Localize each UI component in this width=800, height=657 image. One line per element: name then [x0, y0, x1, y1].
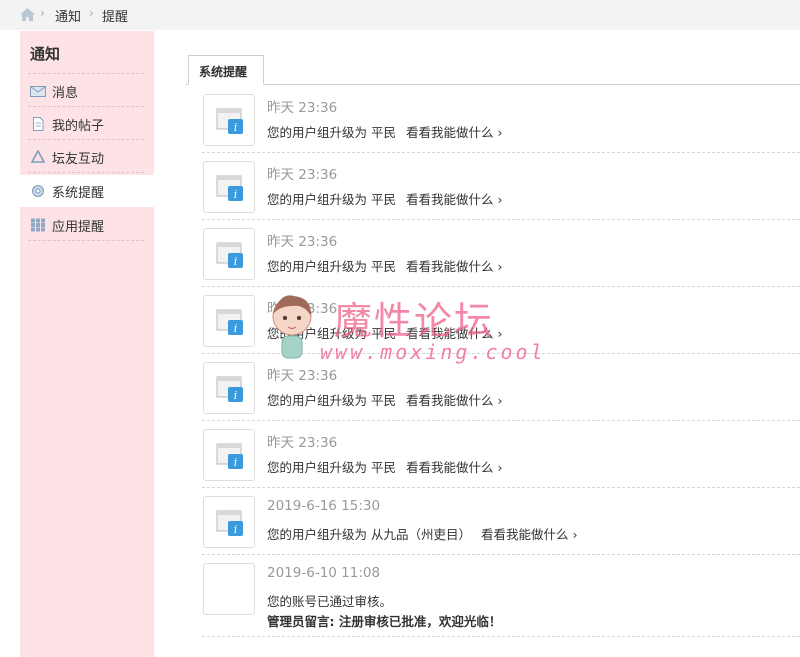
notice-item: 2019-6-10 11:08 您的账号已通过审核。 管理员留言: 注册审核已批… — [202, 555, 800, 637]
avatar — [203, 563, 255, 615]
notice-link[interactable]: 看看我能做什么 › — [406, 125, 502, 140]
notice-item: i 昨天 23:36 您的用户组升级为 平民看看我能做什么 › — [202, 153, 800, 220]
sidebar-item-system-reminder[interactable]: 系统提醒 — [20, 175, 154, 207]
system-notice-icon: i — [203, 362, 255, 414]
notice-time: 昨天 23:36 — [267, 167, 338, 183]
system-notice-icon: i — [203, 429, 255, 481]
notice-item: i 昨天 23:36 您的用户组升级为 平民看看我能做什么 › — [202, 421, 800, 488]
notice-time: 昨天 23:36 — [267, 234, 338, 250]
system-notice-icon: i — [203, 295, 255, 347]
notice-time: 2019-6-10 11:08 — [267, 565, 381, 581]
sidebar-item-label: 应用提醒 — [52, 220, 105, 235]
system-notice-icon: i — [203, 228, 255, 280]
svg-text:i: i — [234, 456, 238, 469]
document-icon — [33, 117, 44, 131]
sidebar-item-my-posts[interactable]: 我的帖子 — [20, 108, 154, 140]
notice-text: 您的用户组升级为 平民 看看我能做什么 › — [267, 125, 503, 140]
grid-icon — [31, 218, 45, 232]
svg-text:i: i — [234, 322, 238, 335]
notice-link[interactable]: 看看我能做什么 › — [481, 527, 577, 542]
notice-link[interactable]: 看看我能做什么 › — [406, 259, 502, 274]
breadcrumb-item-notice[interactable]: 通知 — [55, 6, 81, 25]
watermark: 魔性论坛 www.moxing.cool — [268, 290, 548, 370]
notice-time: 2019-6-16 15:30 — [267, 498, 381, 514]
sidebar-item-label: 消息 — [52, 86, 79, 101]
system-notice-icon: i — [203, 496, 255, 548]
notice-text: 您的用户组升级为 从九品（州吏目） 看看我能做什么 › — [267, 527, 578, 542]
notice-item: i 昨天 23:36 您的用户组升级为 平民看看我能做什么 › — [202, 220, 800, 287]
tab-bar-divider — [186, 84, 800, 85]
gear-icon — [32, 185, 44, 197]
tab-system-reminder[interactable]: 系统提醒 — [188, 55, 264, 85]
watermark-url: www.moxing.cool — [320, 340, 546, 364]
sidebar: 通知 消息 我的帖子 坛友互动 系统提醒 应用提醒 — [20, 31, 154, 657]
sidebar-title: 通知 — [30, 45, 61, 63]
notice-text: 您的用户组升级为 平民 看看我能做什么 › — [267, 192, 503, 207]
sidebar-item-label: 我的帖子 — [52, 119, 105, 134]
system-notice-icon: i — [203, 94, 255, 146]
notice-item: i 昨天 23:36 您的用户组升级为 平民看看我能做什么 › — [202, 86, 800, 153]
svg-text:i: i — [234, 523, 238, 536]
sidebar-item-label: 坛友互动 — [52, 152, 105, 167]
notice-link[interactable]: 看看我能做什么 › — [406, 393, 502, 408]
svg-text:i: i — [234, 255, 238, 268]
breadcrumb: › 通知 › 提醒 — [0, 0, 800, 30]
breadcrumb-item-reminder[interactable]: 提醒 — [102, 6, 128, 25]
notice-text: 您的账号已通过审核。 — [267, 594, 393, 609]
notice-time: 昨天 23:36 — [267, 100, 338, 116]
notice-link[interactable]: 看看我能做什么 › — [406, 460, 502, 475]
chevron-right-icon: › — [89, 6, 94, 20]
admin-message: 管理员留言: 注册审核已批准，欢迎光临！ — [267, 614, 502, 629]
svg-text:i: i — [234, 188, 238, 201]
envelope-icon — [30, 86, 46, 97]
notice-item: i 2019-6-16 15:30 您的用户组升级为 从九品（州吏目） 看看我能做… — [202, 488, 800, 555]
notice-text: 您的用户组升级为 平民 看看我能做什么 › — [267, 259, 503, 274]
home-icon[interactable] — [20, 8, 35, 21]
sidebar-item-interaction[interactable]: 坛友互动 — [20, 141, 154, 173]
sidebar-item-app-reminder[interactable]: 应用提醒 — [20, 209, 154, 241]
notice-link[interactable]: 看看我能做什么 › — [406, 192, 502, 207]
sidebar-item-messages[interactable]: 消息 — [20, 75, 154, 107]
recycle-icon — [30, 150, 46, 163]
chevron-right-icon: › — [40, 6, 45, 20]
system-notice-icon: i — [203, 161, 255, 213]
sidebar-item-label: 系统提醒 — [52, 186, 105, 201]
mascot-icon — [272, 295, 312, 359]
notice-text: 您的用户组升级为 平民 看看我能做什么 › — [267, 460, 503, 475]
notice-text: 您的用户组升级为 平民 看看我能做什么 › — [267, 393, 503, 408]
notice-time: 昨天 23:36 — [267, 435, 338, 451]
watermark-title: 魔性论坛 — [334, 299, 495, 343]
svg-text:i: i — [234, 121, 238, 134]
tab-label: 系统提醒 — [199, 65, 248, 79]
svg-text:i: i — [234, 389, 238, 402]
